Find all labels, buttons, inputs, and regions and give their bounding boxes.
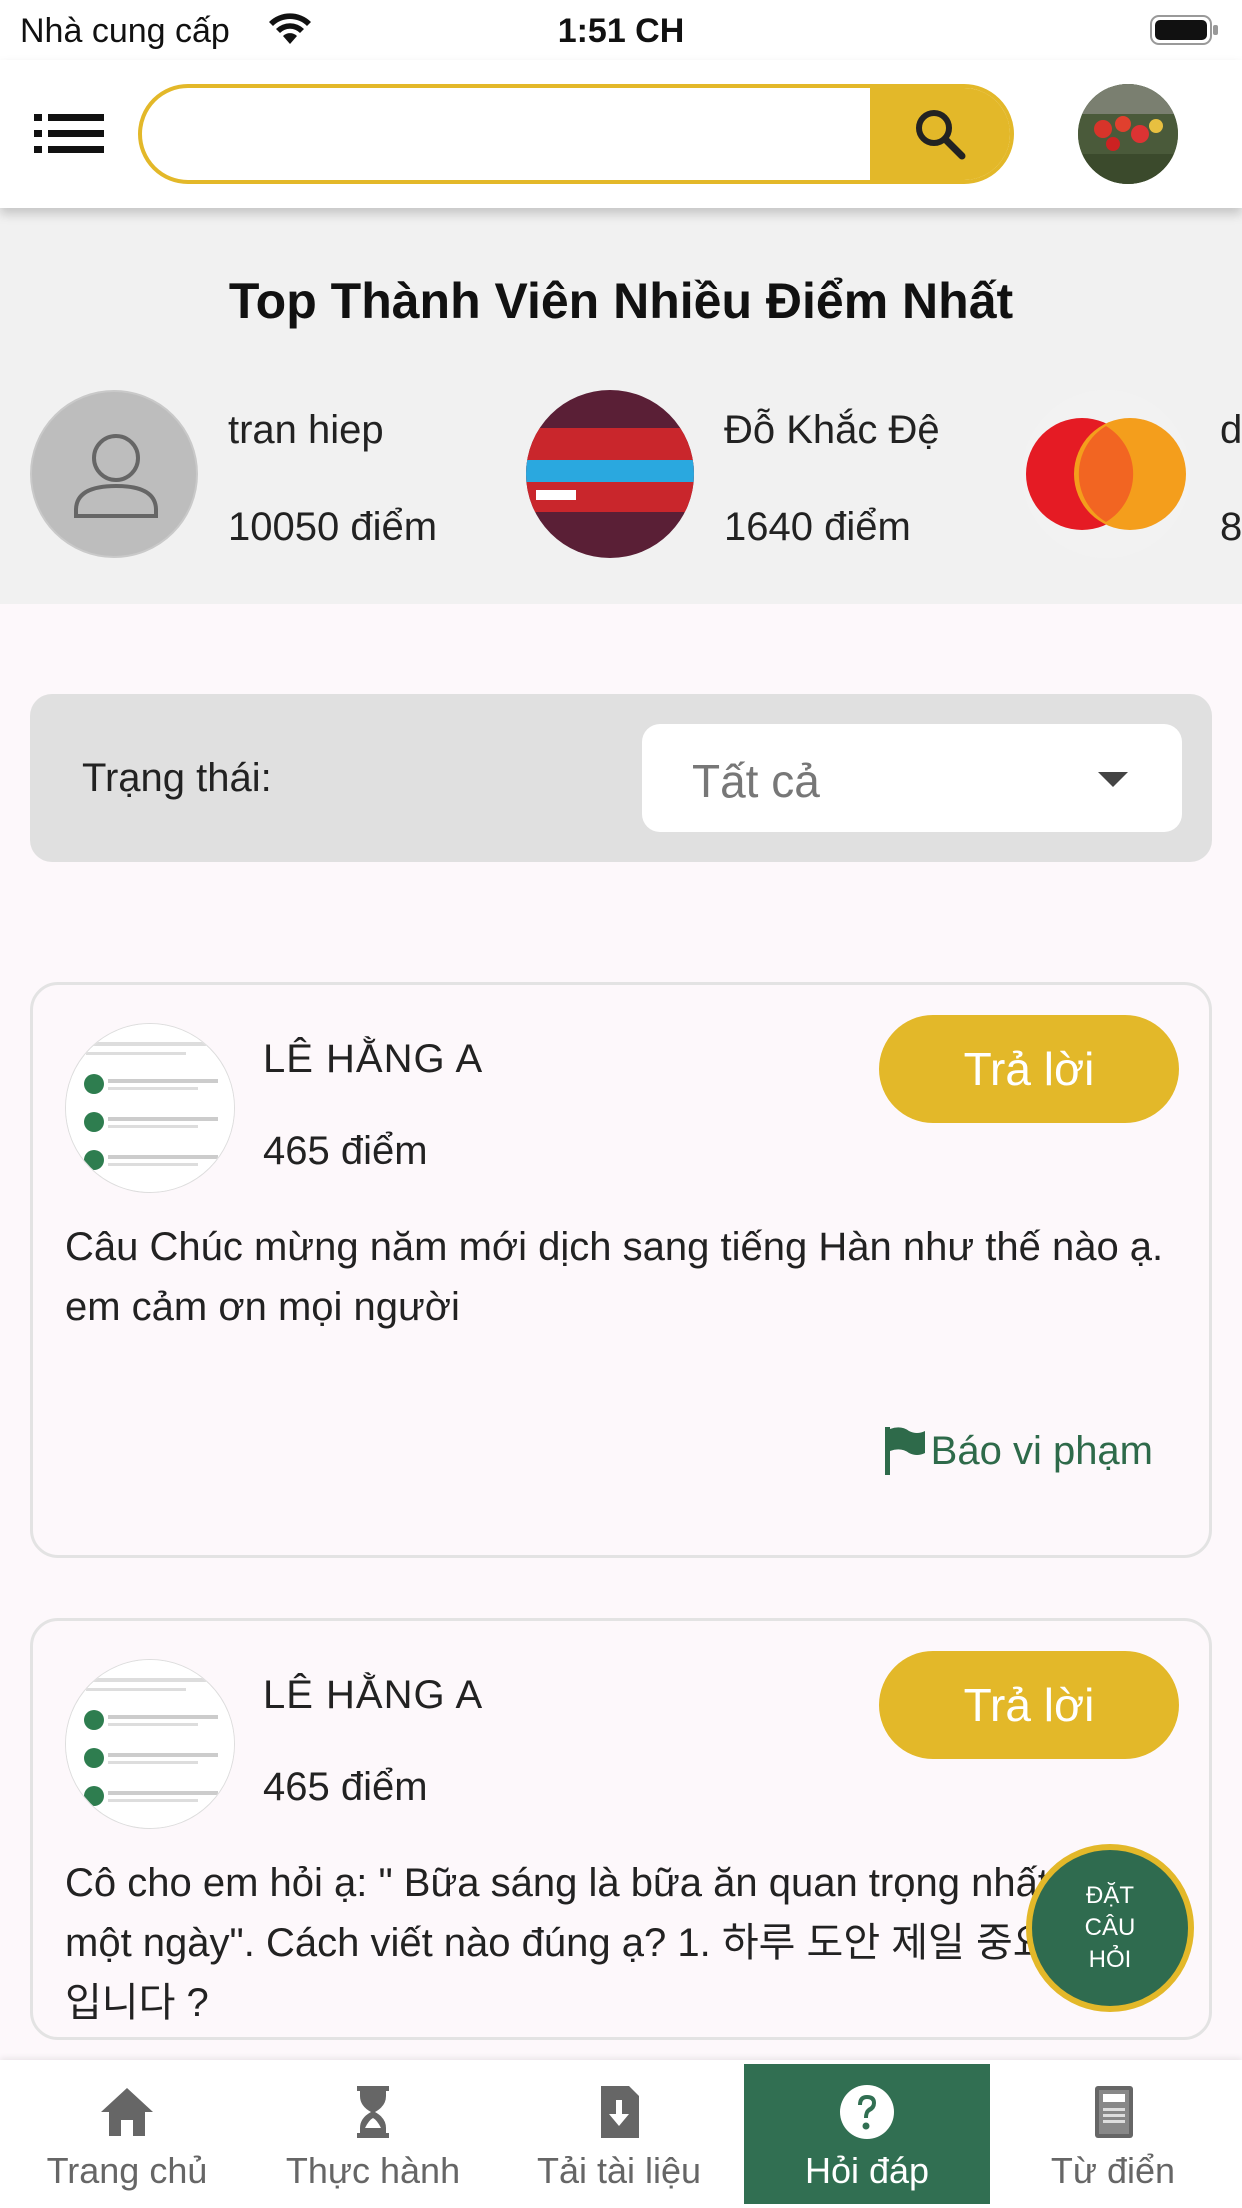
filter-label: Trạng thái: [82, 756, 272, 800]
report-label: Báo vi phạm [930, 1428, 1153, 1473]
search-icon [916, 110, 966, 160]
member-score: 8 [1220, 505, 1242, 549]
status-bar: Nhà cung cấp 1:51 CH [0, 0, 1242, 60]
download-doc-icon [601, 2086, 639, 2138]
member-name: Đỗ Khắc Đệ [724, 408, 940, 452]
avatar [30, 390, 198, 558]
nav-item-dictionary[interactable]: Từ điển [990, 2064, 1236, 2204]
dropdown-value: Tất cả [692, 755, 820, 807]
bottom-nav: Trang chủ Thực hành Tải tài liệu Hỏi đáp… [0, 2060, 1242, 2208]
clock: 1:51 CH [557, 12, 685, 50]
section-title: Top Thành Viên Nhiều Điểm Nhất [228, 273, 1014, 329]
author-score: 465 điểm [263, 1765, 428, 1809]
qa-screen: Nhà cung cấp 1:51 CH Top Thành Viên Nhiề… [0, 0, 1242, 2208]
avatar [526, 390, 694, 558]
nav-item-home[interactable]: Trang chủ [4, 2064, 250, 2204]
user-placeholder-icon [74, 434, 158, 518]
nav-item-qa[interactable]: Hỏi đáp [744, 2064, 990, 2204]
top-members-section: Top Thành Viên Nhiều Điểm Nhất tran hiep… [0, 208, 1242, 604]
dictionary-icon [1095, 2086, 1133, 2138]
reply-button[interactable]: Trả lời [879, 1651, 1179, 1759]
hourglass-icon [357, 2086, 389, 2138]
nav-label: Hỏi đáp [804, 2150, 930, 2191]
fab-label: ĐẶT CÂU HỎI [1084, 1882, 1136, 1973]
author-score: 465 điểm [263, 1129, 428, 1173]
member-score: 1640 điểm [724, 505, 911, 549]
avatar-image [1022, 390, 1190, 558]
search-button[interactable] [870, 88, 1010, 180]
nav-label: Từ điển [1050, 2150, 1176, 2191]
search-input[interactable] [142, 88, 872, 180]
question-card: LÊ HẰNG A 465 điểm Trả lời Cô cho em hỏi… [30, 1618, 1212, 2040]
status-filter: Trạng thái: Tất cả [30, 694, 1212, 862]
nav-label: Trang chủ [46, 2150, 208, 2191]
member-score: 10050 điểm [228, 505, 438, 549]
search-bar [138, 84, 1014, 184]
avatar [65, 1023, 235, 1193]
question-card: LÊ HẰNG A 465 điểm Trả lời Câu Chúc mừng… [30, 982, 1212, 1558]
nav-item-documents[interactable]: Tải tài liệu [496, 2064, 742, 2204]
flag-icon [884, 1427, 925, 1475]
home-icon [101, 2088, 153, 2136]
nav-label: Tải tài liệu [536, 2150, 702, 2191]
avatar-image [1078, 84, 1178, 184]
list-icon[interactable] [34, 112, 104, 156]
member-name: tran hiep [228, 408, 384, 452]
author-name: LÊ HẰNG A [263, 1037, 484, 1081]
nav-label: Thực hành [285, 2150, 461, 2191]
author-name: LÊ HẰNG A [263, 1673, 484, 1717]
avatar [65, 1659, 235, 1829]
status-dropdown[interactable]: Tất cả [642, 724, 1182, 832]
ask-question-button[interactable]: ĐẶT CÂU HỎI [1026, 1844, 1194, 2012]
avatar-image [66, 1024, 234, 1192]
top-bar [0, 60, 1242, 208]
user-avatar[interactable] [1078, 84, 1178, 184]
chevron-down-icon [1098, 772, 1128, 787]
question-text[interactable]: Câu Chúc mừng năm mới dịch sang tiếng Hà… [65, 1217, 1175, 1337]
avatar [1022, 390, 1190, 558]
reply-button[interactable]: Trả lời [879, 1015, 1179, 1123]
battery-icon [1150, 15, 1218, 45]
question-text[interactable]: Cô cho em hỏi ạ: " Bữa sáng là bữa ăn qu… [65, 1853, 1175, 2033]
question-icon [840, 2085, 894, 2139]
member-name: d [1220, 408, 1242, 452]
avatar-image [66, 1660, 234, 1828]
report-button[interactable]: Báo vi phạm [883, 1425, 1153, 1477]
nav-item-practice[interactable]: Thực hành [250, 2064, 496, 2204]
avatar-image [526, 390, 694, 558]
